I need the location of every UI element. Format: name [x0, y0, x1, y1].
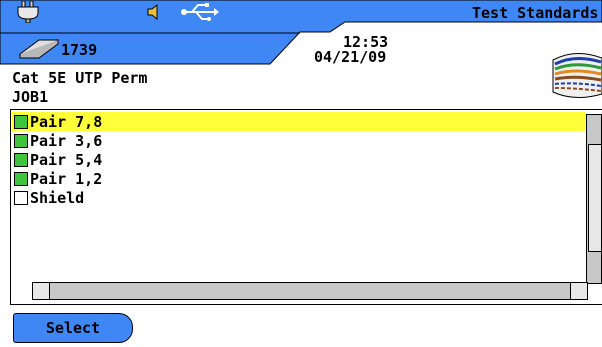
checkbox[interactable] — [14, 133, 28, 148]
list-item[interactable]: Pair 1,2 — [12, 169, 585, 188]
clock-date: 04/21/09 — [314, 48, 387, 66]
cable-type: Cat 5E UTP Perm — [12, 69, 148, 87]
storage-card-icon — [19, 39, 59, 59]
header-bar: 1739 12:53 04/21/09 Test Standards — [0, 0, 602, 66]
list-item-label: Pair 1,2 — [30, 169, 103, 188]
list-item-label: Pair 5,4 — [30, 150, 103, 169]
power-plug-icon — [17, 1, 39, 23]
checkbox[interactable] — [14, 171, 28, 186]
pair-list[interactable]: Pair 7,8 Pair 3,6 Pair 5,4 Pair 1,2 Shie… — [10, 109, 602, 305]
cable-bundle-icon — [552, 53, 602, 98]
checkbox[interactable] — [14, 114, 28, 129]
list-item-label: Shield — [30, 188, 85, 207]
list-item[interactable]: Pair 5,4 — [12, 150, 585, 169]
list-item[interactable]: Shield — [12, 188, 585, 207]
list-item-label: Pair 7,8 — [30, 112, 103, 131]
storage-count: 1739 — [61, 41, 98, 59]
horizontal-scrollbar[interactable] — [32, 282, 588, 300]
job-name: JOB1 — [12, 88, 49, 106]
select-button[interactable]: Select — [13, 313, 133, 343]
usb-icon — [181, 3, 219, 21]
speaker-icon — [147, 4, 158, 20]
checkbox[interactable] — [14, 190, 28, 205]
list-item[interactable]: Pair 7,8 — [12, 112, 585, 131]
page-title: Test Standards — [472, 4, 599, 22]
scroll-right-button[interactable] — [570, 282, 588, 300]
vertical-scroll-thumb[interactable] — [588, 144, 602, 252]
checkbox[interactable] — [14, 152, 28, 167]
list-item[interactable]: Pair 3,6 — [12, 131, 585, 150]
list-item-label: Pair 3,6 — [30, 131, 103, 150]
scroll-left-button[interactable] — [32, 282, 50, 300]
select-button-label: Select — [45, 319, 101, 337]
